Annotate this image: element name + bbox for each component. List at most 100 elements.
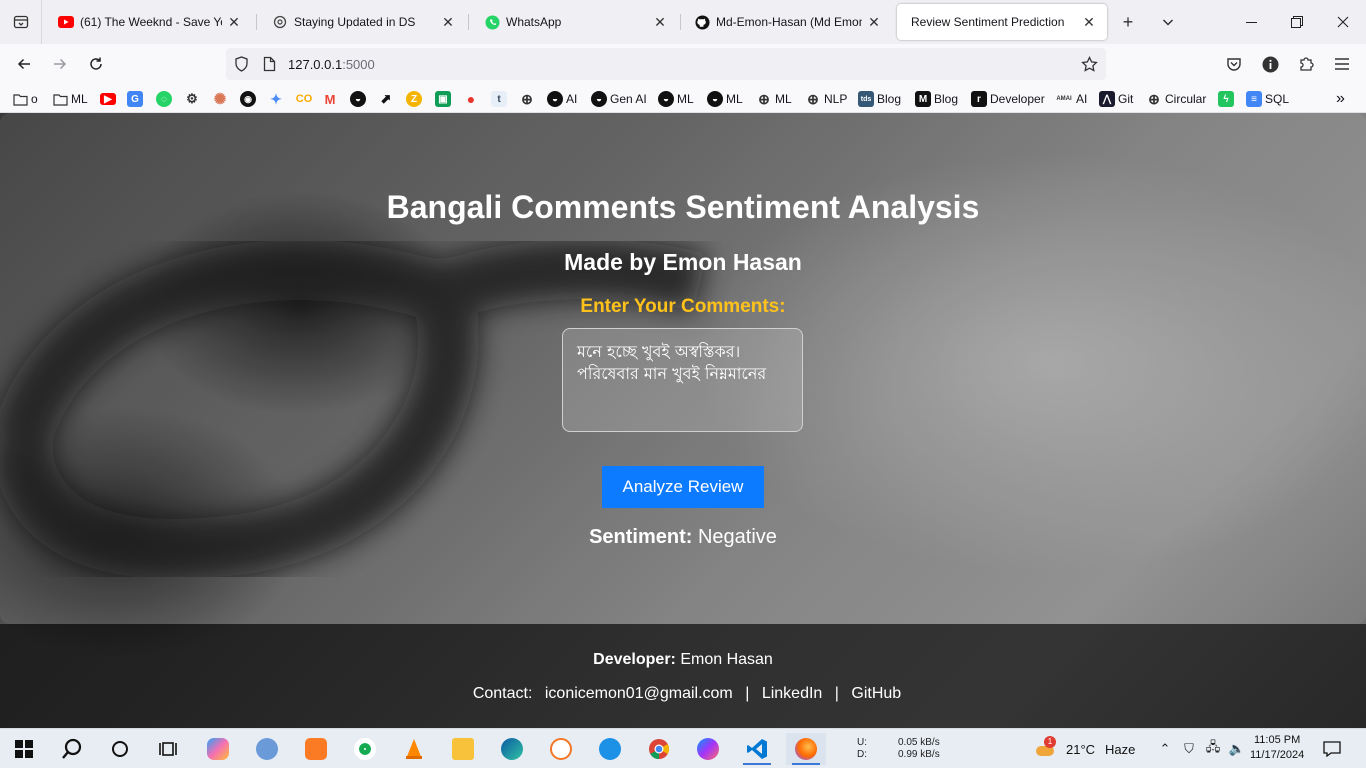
extensions-button[interactable] xyxy=(1292,50,1320,78)
bookmark-git[interactable]: ⋀ Git xyxy=(1099,90,1133,108)
bookmark-tomato[interactable]: ● xyxy=(463,90,482,108)
taskbar-qbittorrent[interactable] xyxy=(247,733,287,765)
taskbar-messenger[interactable] xyxy=(688,733,728,765)
tab-title: (61) The Weeknd - Save Your xyxy=(80,15,222,29)
close-tab-icon[interactable]: ✕ xyxy=(440,14,456,30)
chatgpt-icon: ⚙ xyxy=(186,91,198,106)
bookmark-link[interactable]: ⬈ xyxy=(378,90,397,108)
bookmark-github[interactable]: ◒ xyxy=(350,90,369,108)
system-clock[interactable]: 11:05 PM 11/17/2024 xyxy=(1250,733,1304,763)
bookmark-globe-ml[interactable]: ⊕ ML xyxy=(756,90,792,108)
shield-icon[interactable] xyxy=(232,55,250,73)
analyze-review-button[interactable]: Analyze Review xyxy=(602,466,764,508)
taskbar-xampp[interactable] xyxy=(296,733,336,765)
close-tab-icon[interactable]: ✕ xyxy=(652,14,668,30)
close-tab-icon[interactable]: ✕ xyxy=(226,14,242,30)
bookmark-tumblr[interactable]: t xyxy=(491,90,510,108)
show-hidden-icons-button[interactable]: ⌃ xyxy=(1156,740,1174,758)
bookmark-chatgpt[interactable]: ⚙ xyxy=(184,90,203,108)
app-menu-button[interactable] xyxy=(1328,50,1356,78)
cortana-button[interactable] xyxy=(100,733,140,765)
email-link[interactable]: iconicemon01@gmail.com xyxy=(545,685,733,702)
bookmark-classroom[interactable]: ▣ xyxy=(435,90,454,108)
taskbar-jupyter[interactable] xyxy=(541,733,581,765)
tray-security-icon[interactable]: ⛉ xyxy=(1180,740,1198,758)
bookmark-github-ai[interactable]: ◒ AI xyxy=(547,90,577,108)
bookmark-bolt[interactable]: ϟ xyxy=(1218,90,1237,108)
start-button[interactable] xyxy=(4,733,44,765)
tray-volume-icon[interactable]: 🔈 xyxy=(1228,740,1246,758)
taskbar-copilot[interactable] xyxy=(198,733,238,765)
bookmark-tds-blog[interactable]: tds Blog xyxy=(858,90,901,108)
bookmark-folder-ml[interactable]: ML xyxy=(52,90,88,108)
tray-network-icon[interactable]: 🖧 xyxy=(1204,739,1222,758)
whatsapp-icon: ◌ xyxy=(156,91,172,107)
bookmark-folder-o[interactable]: o xyxy=(12,90,38,108)
bookmark-github-gen-ai[interactable]: ◒ Gen AI xyxy=(591,90,647,108)
mongodb-icon xyxy=(354,738,376,760)
puzzle-icon xyxy=(1300,57,1314,71)
close-window-button[interactable] xyxy=(1320,0,1366,44)
bookmark-label: Gen AI xyxy=(610,92,647,106)
back-button[interactable] xyxy=(10,50,38,78)
bookmark-amai-ai[interactable]: AMAI AI xyxy=(1055,90,1087,108)
notifications-button[interactable] xyxy=(1323,740,1341,758)
tab-github[interactable]: Md-Emon-Hasan (Md Emon ✕ xyxy=(680,4,892,40)
address-bar[interactable]: 127.0.0.1:5000 xyxy=(226,48,1106,80)
tab-staying-updated[interactable]: Staying Updated in DS ✕ xyxy=(258,4,466,40)
bookmark-claude[interactable]: ✺ xyxy=(212,90,231,108)
taskbar-docker[interactable] xyxy=(590,733,630,765)
bookmark-gemini[interactable]: ✦ xyxy=(268,90,287,108)
bookmark-gmail[interactable]: M xyxy=(322,90,341,108)
bookmark-circular[interactable]: ⊕ Circular xyxy=(1146,90,1206,108)
bookmark-star-icon[interactable] xyxy=(1080,55,1098,73)
bookmark-nlp[interactable]: ⊕ NLP xyxy=(805,90,847,108)
bookmark-youtube[interactable]: ▶ xyxy=(100,90,119,108)
taskbar-chrome[interactable] xyxy=(639,733,679,765)
taskbar-vscode[interactable] xyxy=(737,733,777,765)
bookmark-developer[interactable]: r Developer xyxy=(971,90,1045,108)
bookmark-github-ml[interactable]: ◒ ML xyxy=(658,90,694,108)
restore-button[interactable] xyxy=(1274,0,1320,44)
reload-button[interactable] xyxy=(82,50,110,78)
weather-widget[interactable]: 1 21°C Haze xyxy=(1036,736,1135,758)
github-link[interactable]: GitHub xyxy=(851,685,901,702)
taskbar-vlc[interactable] xyxy=(394,733,434,765)
bookmark-zoom[interactable]: Z xyxy=(406,90,425,108)
taskbar-edge[interactable] xyxy=(492,733,532,765)
tab-review-sentiment[interactable]: Review Sentiment Prediction ✕ xyxy=(897,4,1107,40)
close-tab-icon[interactable]: ✕ xyxy=(866,14,882,30)
bookmark-translate[interactable]: G xyxy=(127,90,146,108)
taskbar-file-explorer[interactable] xyxy=(443,733,483,765)
close-tab-icon[interactable]: ✕ xyxy=(1081,14,1097,30)
github-icon xyxy=(694,14,710,30)
taskbar-mongodb[interactable] xyxy=(345,733,385,765)
list-all-tabs-button[interactable] xyxy=(0,0,42,44)
bookmark-whatsapp[interactable]: ◌ xyxy=(156,90,175,108)
taskbar-firefox[interactable] xyxy=(786,733,826,765)
pocket-button[interactable] xyxy=(1220,50,1248,78)
bookmarks-overflow-button[interactable]: » xyxy=(1336,90,1345,108)
chatgpt-icon xyxy=(272,14,288,30)
bookmark-perplexity[interactable]: ◉ xyxy=(240,90,259,108)
page-info-icon[interactable] xyxy=(260,55,278,73)
bookmark-globe[interactable]: ⊕ xyxy=(519,90,538,108)
search-button[interactable] xyxy=(52,733,92,765)
new-tab-button[interactable]: + xyxy=(1116,10,1140,34)
task-view-button[interactable] xyxy=(148,733,188,765)
bookmark-github-ml-2[interactable]: ◒ ML xyxy=(707,90,743,108)
minimize-button[interactable] xyxy=(1228,0,1274,44)
bookmark-colab[interactable]: CO xyxy=(294,90,317,108)
speaker-icon: 🔈 xyxy=(1228,741,1246,756)
forward-button[interactable] xyxy=(46,50,74,78)
linkedin-link[interactable]: LinkedIn xyxy=(762,685,823,702)
tab-youtube[interactable]: (61) The Weeknd - Save Your ✕ xyxy=(44,4,252,40)
jupyter-icon xyxy=(550,738,572,760)
bookmark-sql[interactable]: ≡ SQL xyxy=(1246,90,1289,108)
bookmark-medium-blog[interactable]: M Blog xyxy=(915,90,958,108)
tab-whatsapp[interactable]: WhatsApp ✕ xyxy=(470,4,678,40)
tab-overflow-button[interactable] xyxy=(1156,10,1180,34)
extension-info-button[interactable] xyxy=(1256,50,1284,78)
comment-textarea[interactable] xyxy=(562,328,803,432)
arrow-right-icon xyxy=(54,58,67,70)
